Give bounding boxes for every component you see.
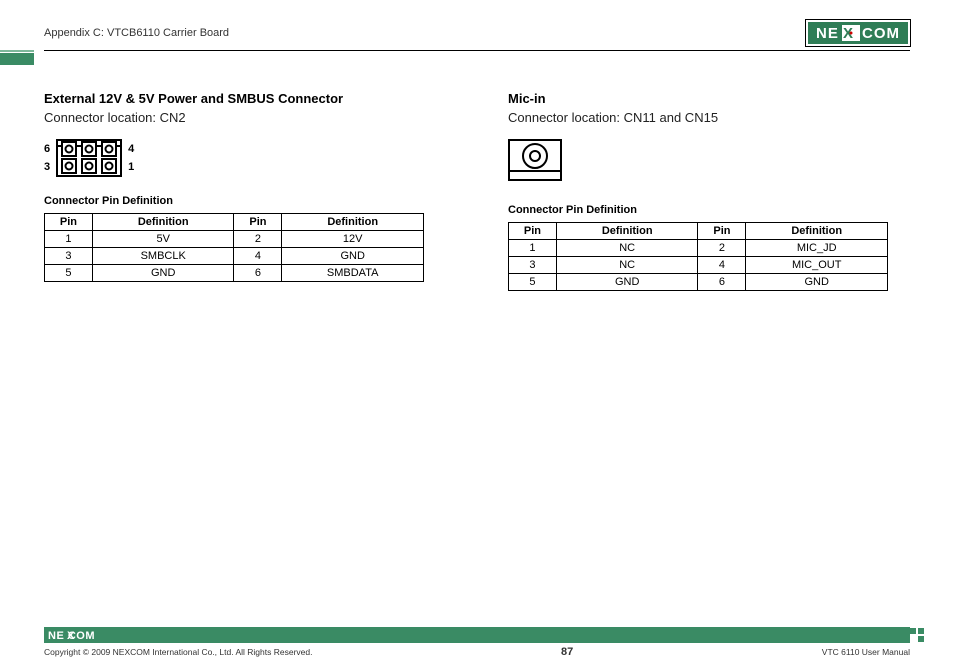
connector-diagram-mic [508,139,908,186]
table-title: Connector Pin Definition [44,195,444,207]
page-header: Appendix C: VTCB6110 Carrier Board NE CO… [44,20,910,51]
content-area: External 12V & 5V Power and SMBUS Connec… [44,91,910,291]
cell: MIC_JD [746,240,888,257]
cell: 1 [509,240,557,257]
table-row: 5 GND 6 GND [509,274,888,291]
connector-location: Connector location: CN11 and CN15 [508,110,908,125]
cell: 3 [45,248,93,265]
cell: SMBDATA [282,265,424,282]
cell: GND [282,248,424,265]
pin-label-3: 3 [44,161,50,173]
pin-label-6: 6 [44,143,50,155]
section-title: External 12V & 5V Power and SMBUS Connec… [44,91,444,106]
nexcom-logo-footer: NE COM X [48,629,118,641]
page-number: 87 [561,646,573,658]
svg-text:COM: COM [862,25,900,42]
th-def: Definition [746,223,888,240]
cell: MIC_OUT [746,257,888,274]
footer-bar: NE COM X [44,627,910,643]
table-header-row: Pin Definition Pin Definition [45,214,424,231]
cell: GND [92,265,234,282]
manual-name: VTC 6110 User Manual [822,647,910,657]
cell: 4 [234,248,282,265]
pin-label-left: 6 3 [44,143,50,173]
pin-label-right: 4 1 [128,143,134,173]
th-def: Definition [92,214,234,231]
cell: SMBCLK [92,248,234,265]
cell: 3 [509,257,557,274]
pin-table-mic: Pin Definition Pin Definition 1 NC 2 MIC… [508,222,888,291]
connector-diagram-cn2: 6 3 4 1 [44,139,444,177]
cell: 2 [234,231,282,248]
th-pin: Pin [234,214,282,231]
table-row: 1 NC 2 MIC_JD [509,240,888,257]
right-column: Mic-in Connector location: CN11 and CN15… [508,91,908,291]
cell: 6 [234,265,282,282]
mic-jack-icon [508,139,562,181]
pin-label-4: 4 [128,143,134,155]
cell: 5 [45,265,93,282]
footer-block-icon [910,628,924,642]
pin-table-cn2: Pin Definition Pin Definition 1 5V 2 12V… [44,213,424,282]
cell: NC [556,257,698,274]
cell: 5V [92,231,234,248]
table-row: 3 NC 4 MIC_OUT [509,257,888,274]
table-header-row: Pin Definition Pin Definition [509,223,888,240]
cell: 5 [509,274,557,291]
cell: 1 [45,231,93,248]
cell: NC [556,240,698,257]
th-pin: Pin [698,223,746,240]
cell: 4 [698,257,746,274]
table-title: Connector Pin Definition [508,204,908,216]
cell: 2 [698,240,746,257]
cell: GND [556,274,698,291]
page-footer: NE COM X Copyright © 2009 NEXCOM Interna… [44,627,910,658]
svg-text:NE: NE [816,25,839,42]
cell: 12V [282,231,424,248]
nexcom-logo: NE COM X [806,20,910,46]
table-row: 5 GND 6 SMBDATA [45,265,424,282]
pin-label-1: 1 [128,161,134,173]
table-row: 3 SMBCLK 4 GND [45,248,424,265]
table-row: 1 5V 2 12V [45,231,424,248]
th-def: Definition [556,223,698,240]
cell: GND [746,274,888,291]
cell: 6 [698,274,746,291]
th-pin: Pin [45,214,93,231]
left-column: External 12V & 5V Power and SMBUS Connec… [44,91,444,291]
th-def: Definition [282,214,424,231]
connector-location: Connector location: CN2 [44,110,444,125]
copyright-text: Copyright © 2009 NEXCOM International Co… [44,647,312,657]
connector-cn2-icon [56,139,122,177]
th-pin: Pin [509,223,557,240]
appendix-label: Appendix C: VTCB6110 Carrier Board [44,27,229,39]
header-accent-tab [0,53,34,65]
section-title: Mic-in [508,91,908,106]
svg-text:X: X [67,630,75,641]
